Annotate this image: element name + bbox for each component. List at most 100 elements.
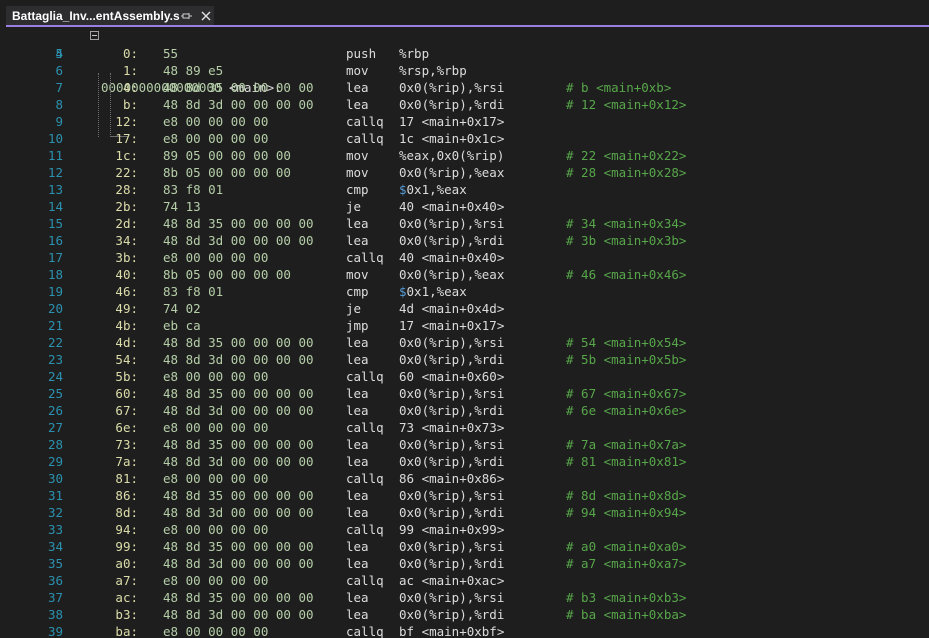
- code-line: 18 40: 8b 05 00 00 00 00 mov 0x0(%rip),%eax #…: [0, 266, 929, 283]
- instruction-address: 5b:: [115, 369, 138, 384]
- instruction-mnemonic: mov: [346, 148, 369, 163]
- instruction-operands: 17 <main+0x17>: [399, 318, 505, 333]
- instruction-address: 4:: [122, 80, 138, 95]
- code-line: 36 a7: e8 00 00 00 00 callq ac <main+0xac>: [0, 572, 929, 589]
- code-editor[interactable]: 4 0000000000000000 <main>: 5 0: 55 push %rbp…: [0, 28, 929, 638]
- code-line: 13 28: 83 f8 01 cmp $0x1,%eax: [0, 181, 929, 198]
- machine-code-bytes: 48 8d 35 00 00 00 00: [163, 437, 314, 452]
- instruction-operands: 86 <main+0x86>: [399, 471, 505, 486]
- instruction-mnemonic: lea: [346, 335, 369, 350]
- collapse-icon[interactable]: [90, 31, 99, 40]
- code-comment: # 81 <main+0x81>: [566, 454, 687, 469]
- instruction-mnemonic: je: [346, 301, 362, 316]
- instruction-address: 60:: [115, 386, 138, 401]
- line-number: 31: [47, 488, 63, 503]
- line-number: 16: [47, 233, 63, 248]
- code-line: 19 46: 83 f8 01 cmp $0x1,%eax: [0, 283, 929, 300]
- instruction-mnemonic: lea: [346, 556, 369, 571]
- instruction-address: a7:: [115, 573, 138, 588]
- code-line: 24 5b: e8 00 00 00 00 callq 60 <main+0x60>: [0, 368, 929, 385]
- instruction-mnemonic: callq: [346, 131, 384, 146]
- line-number: 8: [55, 97, 63, 112]
- instruction-address: 2b:: [115, 199, 138, 214]
- instruction-mnemonic: callq: [346, 624, 384, 638]
- line-number: 23: [47, 352, 63, 367]
- instruction-mnemonic: lea: [346, 590, 369, 605]
- instruction-address: 4d:: [115, 335, 138, 350]
- line-number: 6: [55, 63, 63, 78]
- machine-code-bytes: 48 8d 3d 00 00 00 00: [163, 607, 314, 622]
- instruction-address: 4b:: [115, 318, 138, 333]
- instruction-operands: 0x0(%rip),%rdi: [399, 233, 505, 248]
- instruction-mnemonic: je: [346, 199, 362, 214]
- pin-icon[interactable]: [181, 9, 193, 23]
- code-line: 34 99: 48 8d 35 00 00 00 00 lea 0x0(%rip),%r…: [0, 538, 929, 555]
- line-number: 32: [47, 505, 63, 520]
- instruction-address: 8d:: [115, 505, 138, 520]
- instruction-address: 6e:: [115, 420, 138, 435]
- machine-code-bytes: 48 8d 3d 00 00 00 00: [163, 352, 314, 367]
- code-comment: # 12 <main+0x12>: [566, 97, 687, 112]
- machine-code-bytes: e8 00 00 00 00: [163, 420, 269, 435]
- instruction-operands: 17 <main+0x17>: [399, 114, 505, 129]
- instruction-operands: 0x0(%rip),%rdi: [399, 403, 505, 418]
- instruction-operands: 0x0(%rip),%rsi: [399, 386, 505, 401]
- instruction-address: a0:: [115, 556, 138, 571]
- code-line: 35 a0: 48 8d 3d 00 00 00 00 lea 0x0(%rip),%r…: [0, 555, 929, 572]
- code-comment: # a7 <main+0xa7>: [566, 556, 687, 571]
- code-line: 16 34: 48 8d 3d 00 00 00 00 lea 0x0(%rip),%r…: [0, 232, 929, 249]
- instruction-operands: 0x0(%rip),%eax: [399, 267, 505, 282]
- tab-bar: Battaglia_Inv...entAssembly.s: [0, 0, 929, 27]
- instruction-mnemonic: mov: [346, 267, 369, 282]
- machine-code-bytes: 48 8d 35 00 00 00 00: [163, 590, 314, 605]
- code-comment: # 28 <main+0x28>: [566, 165, 687, 180]
- instruction-mnemonic: lea: [346, 488, 369, 503]
- machine-code-bytes: 83 f8 01: [163, 284, 224, 299]
- code-line: 23 54: 48 8d 3d 00 00 00 00 lea 0x0(%rip),%r…: [0, 351, 929, 368]
- instruction-mnemonic: lea: [346, 437, 369, 452]
- instruction-mnemonic: lea: [346, 386, 369, 401]
- machine-code-bytes: eb ca: [163, 318, 201, 333]
- line-number: 19: [47, 284, 63, 299]
- code-line: 29 7a: 48 8d 3d 00 00 00 00 lea 0x0(%rip),%r…: [0, 453, 929, 470]
- instruction-address: 94:: [115, 522, 138, 537]
- line-number: 24: [47, 369, 63, 384]
- code-comment: # 67 <main+0x67>: [566, 386, 687, 401]
- instruction-operands: 60 <main+0x60>: [399, 369, 505, 384]
- machine-code-bytes: 48 8d 35 00 00 00 00: [163, 216, 314, 231]
- instruction-operands: 0x0(%rip),%rsi: [399, 539, 505, 554]
- instruction-address: 73:: [115, 437, 138, 452]
- machine-code-bytes: 48 8d 35 00 00 00 00: [163, 539, 314, 554]
- machine-code-bytes: 48 8d 3d 00 00 00 00: [163, 505, 314, 520]
- instruction-mnemonic: jmp: [346, 318, 369, 333]
- instruction-operands: 0x0(%rip),%rsi: [399, 590, 505, 605]
- line-number: 39: [47, 624, 63, 638]
- code-line: 7 4: 48 8d 35 00 00 00 00 lea 0x0(%rip),%rsi…: [0, 79, 929, 96]
- editor-tab[interactable]: Battaglia_Inv...entAssembly.s: [6, 6, 214, 26]
- machine-code-bytes: 48 8d 35 00 00 00 00: [163, 386, 314, 401]
- line-number: 30: [47, 471, 63, 486]
- line-number: 5: [55, 46, 63, 61]
- instruction-address: ac:: [115, 590, 138, 605]
- machine-code-bytes: 48 8d 3d 00 00 00 00: [163, 403, 314, 418]
- code-line: 14 2b: 74 13 je 40 <main+0x40>: [0, 198, 929, 215]
- line-number: 20: [47, 301, 63, 316]
- instruction-operands: 0x0(%rip),%rsi: [399, 437, 505, 452]
- tab-title[interactable]: Battaglia_Inv...entAssembly.s: [12, 9, 180, 23]
- instruction-address: 46:: [115, 284, 138, 299]
- close-icon[interactable]: [200, 9, 212, 23]
- instruction-address: 81:: [115, 471, 138, 486]
- instruction-mnemonic: lea: [346, 454, 369, 469]
- machine-code-bytes: 8b 05 00 00 00 00: [163, 165, 291, 180]
- instruction-address: 3b:: [115, 250, 138, 265]
- code-line: 12 22: 8b 05 00 00 00 00 mov 0x0(%rip),%eax #…: [0, 164, 929, 181]
- machine-code-bytes: e8 00 00 00 00: [163, 624, 269, 638]
- code-line: 33 94: e8 00 00 00 00 callq 99 <main+0x99>: [0, 521, 929, 538]
- instruction-mnemonic: callq: [346, 114, 384, 129]
- line-number: 34: [47, 539, 63, 554]
- instruction-mnemonic: push: [346, 46, 377, 61]
- code-line: 37 ac: 48 8d 35 00 00 00 00 lea 0x0(%rip),%r…: [0, 589, 929, 606]
- code-line: 9 12: e8 00 00 00 00 callq 17 <main+0x17>: [0, 113, 929, 130]
- instruction-address: 22:: [115, 165, 138, 180]
- code-line: 38 b3: 48 8d 3d 00 00 00 00 lea 0x0(%rip),%r…: [0, 606, 929, 623]
